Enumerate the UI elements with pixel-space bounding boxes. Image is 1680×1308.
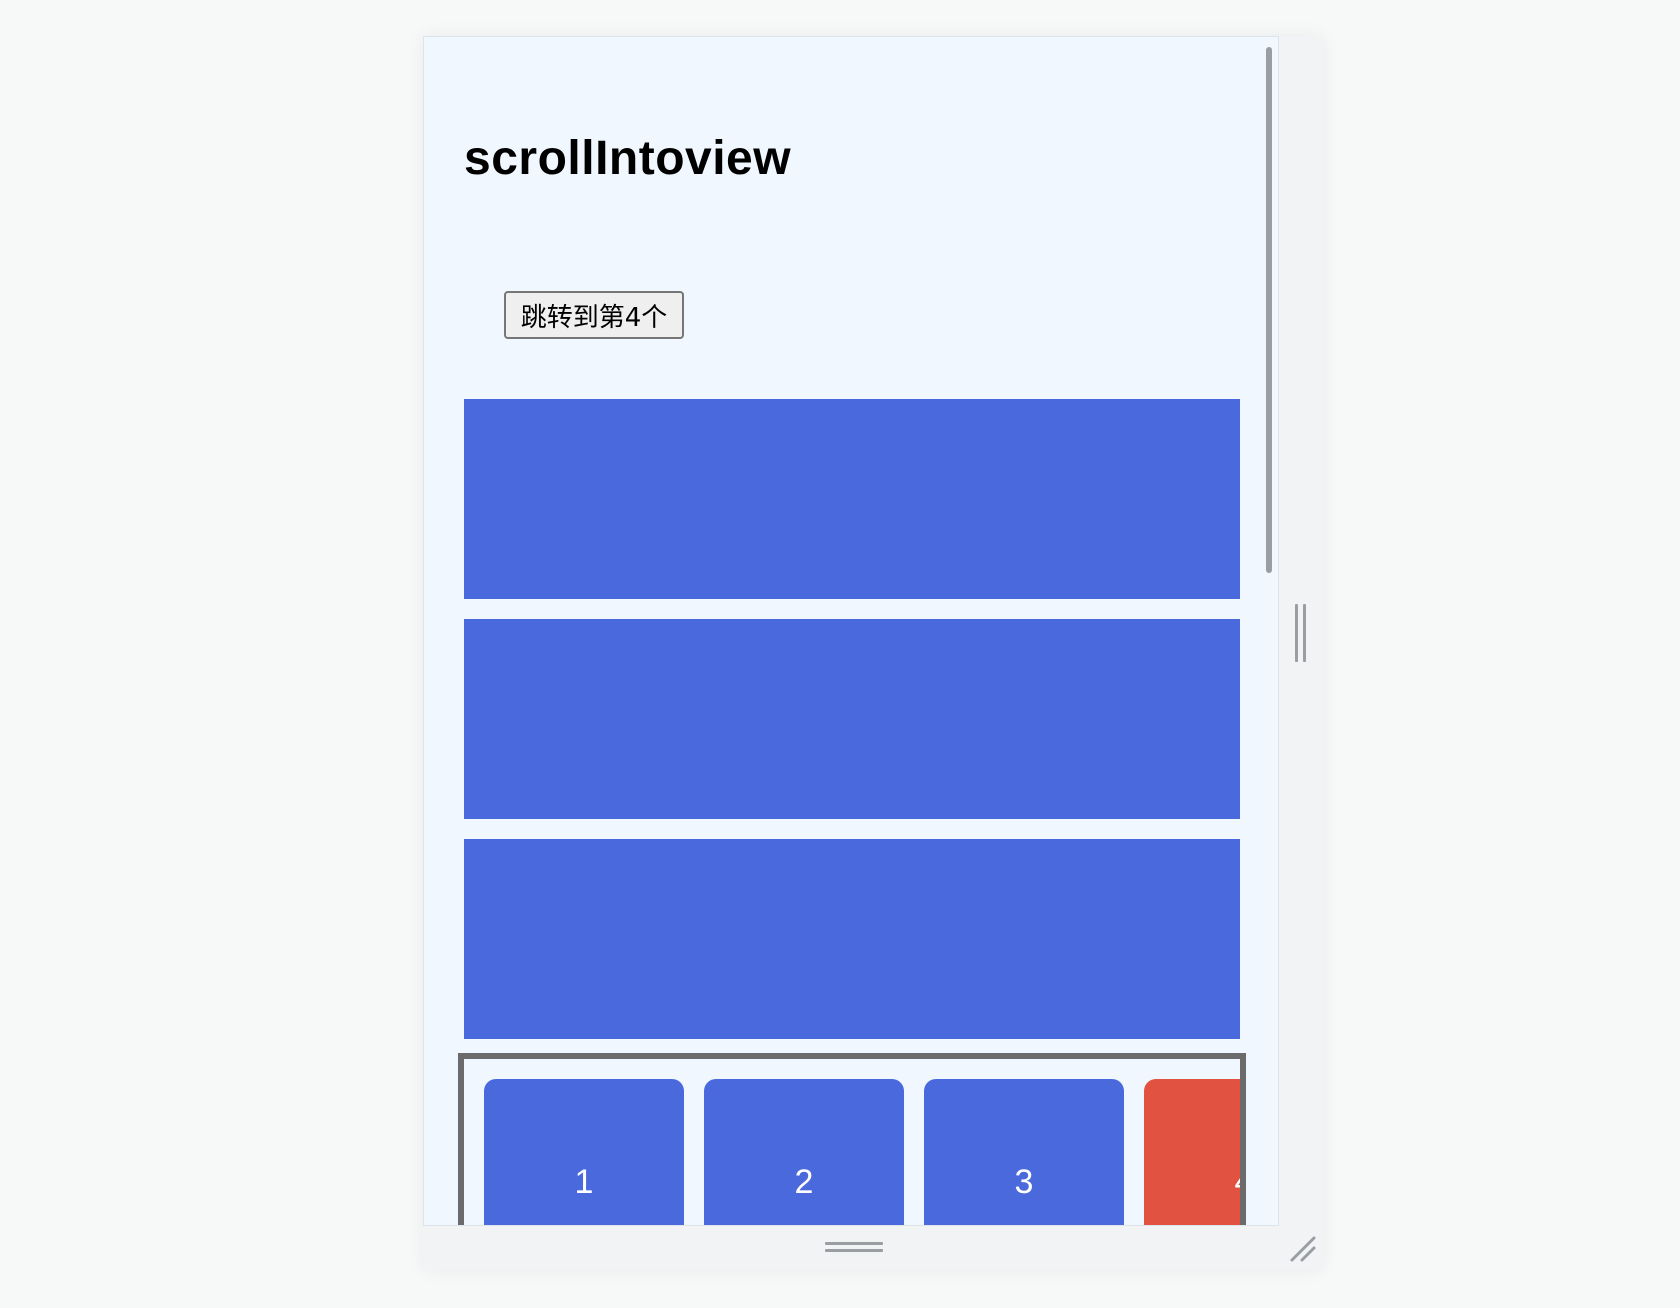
vertical-resize-grip-icon[interactable] (1295, 604, 1307, 662)
page-viewport[interactable]: scrollIntoview 跳转到第4个 1 2 3 4 (423, 36, 1279, 1226)
card-label: 4 (1235, 1163, 1240, 1202)
horizontal-resize-grip-icon[interactable] (825, 1242, 883, 1254)
content-block (464, 399, 1240, 599)
page-title: scrollIntoview (464, 132, 792, 185)
horizontal-scroll-container[interactable]: 1 2 3 4 (458, 1053, 1246, 1225)
card-label: 1 (574, 1162, 594, 1201)
card-label: 3 (1014, 1162, 1034, 1201)
diagonal-resize-grip-icon[interactable] (1286, 1232, 1318, 1264)
vertical-scrollbar-thumb[interactable] (1266, 47, 1272, 573)
scroll-card-2: 2 (704, 1079, 904, 1225)
scroll-card-1: 1 (484, 1079, 684, 1225)
jump-to-4th-button[interactable]: 跳转到第4个 (504, 291, 684, 339)
scroll-card-4-highlighted: 4 (1144, 1079, 1240, 1225)
responsive-device-frame: scrollIntoview 跳转到第4个 1 2 3 4 (423, 36, 1323, 1270)
card-label: 2 (794, 1162, 814, 1201)
content-block (464, 839, 1240, 1039)
scroll-card-3: 3 (924, 1079, 1124, 1225)
content-block (464, 619, 1240, 819)
